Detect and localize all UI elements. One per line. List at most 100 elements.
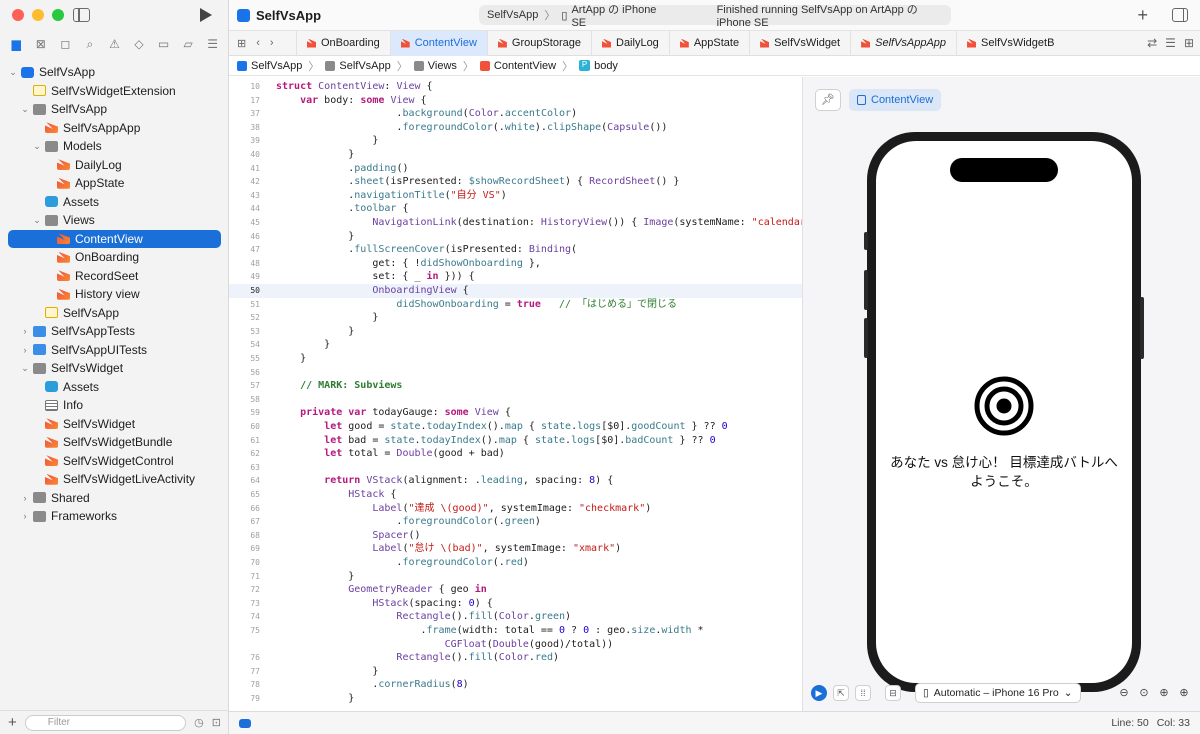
preview-selector[interactable]: ContentView [849, 89, 942, 111]
code-line[interactable]: 59 private var todayGauge: some View { [229, 406, 802, 420]
code-line[interactable]: 73 HStack(spacing: 0) { [229, 597, 802, 611]
code-line[interactable]: 40 } [229, 148, 802, 162]
variants-icon[interactable]: ⁞⁞ [855, 685, 871, 701]
device-selector[interactable]: ▯ Automatic – iPhone 16 Pro ⌄ [915, 683, 1081, 703]
sidebar-item[interactable]: ⌄ Models [0, 137, 229, 156]
sidebar-item[interactable]: Assets [0, 378, 229, 397]
breadcrumb-item[interactable]: ContentView [479, 60, 556, 72]
minimize-window-button[interactable] [32, 9, 44, 21]
report-icon[interactable]: ☰ [205, 37, 221, 51]
code-line[interactable]: 42 .sheet(isPresented: $showRecordSheet)… [229, 175, 802, 189]
add-library-icon[interactable]: + [1137, 5, 1148, 26]
code-line[interactable]: 77 } [229, 665, 802, 679]
code-line[interactable]: CGFloat(Double(good)/total)) [229, 638, 802, 652]
sidebar-item[interactable]: SelfVsWidget [0, 415, 229, 434]
chevron-right-icon[interactable]: › [20, 326, 30, 336]
chevron-down-icon[interactable]: ⌄ [20, 363, 30, 374]
zoom-out-icon[interactable]: ⊖ [1116, 685, 1132, 701]
code-line[interactable]: 45 NavigationLink(destination: HistoryVi… [229, 216, 802, 230]
code-line[interactable]: 10 struct ContentView: View { [229, 80, 802, 94]
sidebar-item[interactable]: ContentView [8, 229, 221, 248]
sidebar-item[interactable]: OnBoarding [0, 248, 229, 267]
code-line[interactable]: 72 GeometryReader { geo in [229, 583, 802, 597]
code-line[interactable]: 37 .background(Color.accentColor) [229, 107, 802, 121]
editor-tab[interactable]: DailyLog [591, 30, 669, 56]
pin-icon[interactable]: 📌︎ [815, 89, 841, 111]
sidebar-item[interactable]: Assets [0, 193, 229, 212]
sidebar-item[interactable]: SelfVsWidgetLiveActivity [0, 470, 229, 489]
sidebar-item[interactable]: Info [0, 396, 229, 415]
code-line[interactable]: 56 [229, 366, 802, 380]
code-line[interactable]: 43 .navigationTitle("自分 VS") [229, 189, 802, 203]
code-line[interactable]: 60 let good = state.todayIndex().map { s… [229, 420, 802, 434]
warning-icon[interactable]: ⚠ [106, 37, 122, 51]
run-button[interactable] [200, 8, 212, 22]
code-line[interactable]: 65 HStack { [229, 488, 802, 502]
debug-icon[interactable]: ▭ [156, 37, 172, 51]
breadcrumb-item[interactable]: Views [413, 60, 457, 72]
sidebar-item[interactable]: SelfVsWidgetExtension [0, 82, 229, 101]
destination-selector[interactable]: ▯ ArtApp の iPhone SE [561, 1, 664, 29]
split-editor-icon[interactable]: ⇄ [1147, 36, 1157, 50]
code-line[interactable]: 68 Spacer() [229, 529, 802, 543]
breadcrumb-item[interactable]: SelfVsApp [237, 60, 302, 72]
close-window-button[interactable] [12, 9, 24, 21]
forward-icon[interactable]: › [270, 37, 274, 50]
code-line[interactable]: 67 .foregroundColor(.green) [229, 515, 802, 529]
code-line[interactable]: 48 get: { !didShowOnboarding }, [229, 257, 802, 271]
live-preview-icon[interactable]: ▶ [811, 685, 827, 701]
add-file-icon[interactable]: + [8, 714, 17, 731]
code-line[interactable]: 41 .padding() [229, 162, 802, 176]
recent-files-icon[interactable]: ◷ [194, 716, 204, 729]
chevron-down-icon[interactable]: ⌄ [8, 67, 18, 78]
sidebar-item[interactable]: ⌄ SelfVsApp [0, 63, 229, 82]
editor-tab[interactable]: ContentView [389, 30, 487, 56]
code-line[interactable]: 61 let bad = state.todayIndex().map { st… [229, 434, 802, 448]
sidebar-item[interactable]: SelfVsWidgetControl [0, 452, 229, 471]
sidebar-item[interactable]: SelfVsAppApp [0, 119, 229, 138]
code-editor[interactable]: 10 struct ContentView: View {17 var body:… [229, 77, 802, 711]
sidebar-item[interactable]: › Shared [0, 489, 229, 508]
breakpoint-icon[interactable]: ▱ [180, 37, 196, 51]
filter-input[interactable]: Filter [24, 714, 187, 731]
zoom-window-button[interactable] [52, 9, 64, 21]
editor-options-icon[interactable]: ☰ [1165, 36, 1176, 50]
code-line[interactable]: 38 .foregroundColor(.white).clipShape(Ca… [229, 121, 802, 135]
code-line[interactable]: 53 } [229, 325, 802, 339]
phone-screen[interactable]: あなた vs 怠け心！ 目標達成バトルへようこそ。 [876, 141, 1132, 683]
scheme-selector[interactable]: SelfVsApp [487, 9, 538, 21]
chevron-down-icon[interactable]: ⌄ [32, 215, 42, 226]
test-icon[interactable]: ◇ [131, 37, 147, 51]
code-line[interactable]: 70 .foregroundColor(.red) [229, 556, 802, 570]
sidebar-item[interactable]: › SelfVsAppUITests [0, 341, 229, 360]
folder-icon[interactable]: ▆ [8, 37, 24, 51]
code-line[interactable]: 75 .frame(width: total == 0 ? 0 : geo.si… [229, 624, 802, 638]
sidebar-item[interactable]: ⌄ SelfVsApp [0, 100, 229, 119]
code-line[interactable]: 63 [229, 461, 802, 475]
chevron-down-icon[interactable]: ⌄ [32, 141, 42, 152]
sidebar-item[interactable]: SelfVsApp [0, 304, 229, 323]
sidebar-item[interactable]: History view [0, 285, 229, 304]
code-line[interactable]: 78 .cornerRadius(8) [229, 678, 802, 692]
sidebar-item[interactable]: DailyLog [0, 156, 229, 175]
sidebar-item[interactable]: › SelfVsAppTests [0, 322, 229, 341]
inspector-toggle-icon[interactable] [1172, 8, 1188, 22]
code-line[interactable]: 69 Label("怠け \(bad)", systemImage: "xmar… [229, 542, 802, 556]
chevron-right-icon[interactable]: › [20, 511, 30, 521]
zoom-actual-icon[interactable]: ⊙ [1136, 685, 1152, 701]
sidebar-item[interactable]: › Frameworks [0, 507, 229, 526]
sidebar-item[interactable]: RecordSeet [0, 267, 229, 286]
code-line[interactable]: 76 Rectangle().fill(Color.red) [229, 651, 802, 665]
editor-tab[interactable]: SelfVsAppApp [850, 30, 956, 56]
chevron-right-icon[interactable]: › [20, 493, 30, 503]
device-settings-icon[interactable]: ⊟ [885, 685, 901, 701]
code-line[interactable]: 47 .fullScreenCover(isPresented: Binding… [229, 243, 802, 257]
sidebar-toggle-icon[interactable] [73, 8, 90, 22]
chevron-down-icon[interactable]: ⌄ [20, 104, 30, 115]
source-control-icon[interactable]: ⊠ [33, 37, 49, 51]
zoom-in-icon[interactable]: ⊕ [1176, 685, 1192, 701]
breadcrumb-item[interactable]: Pbody [579, 60, 618, 72]
sidebar-item[interactable]: AppState [0, 174, 229, 193]
zoom-fit-icon[interactable]: ⊕ [1156, 685, 1172, 701]
code-line[interactable]: 66 Label("達成 \(good)", systemImage: "che… [229, 502, 802, 516]
